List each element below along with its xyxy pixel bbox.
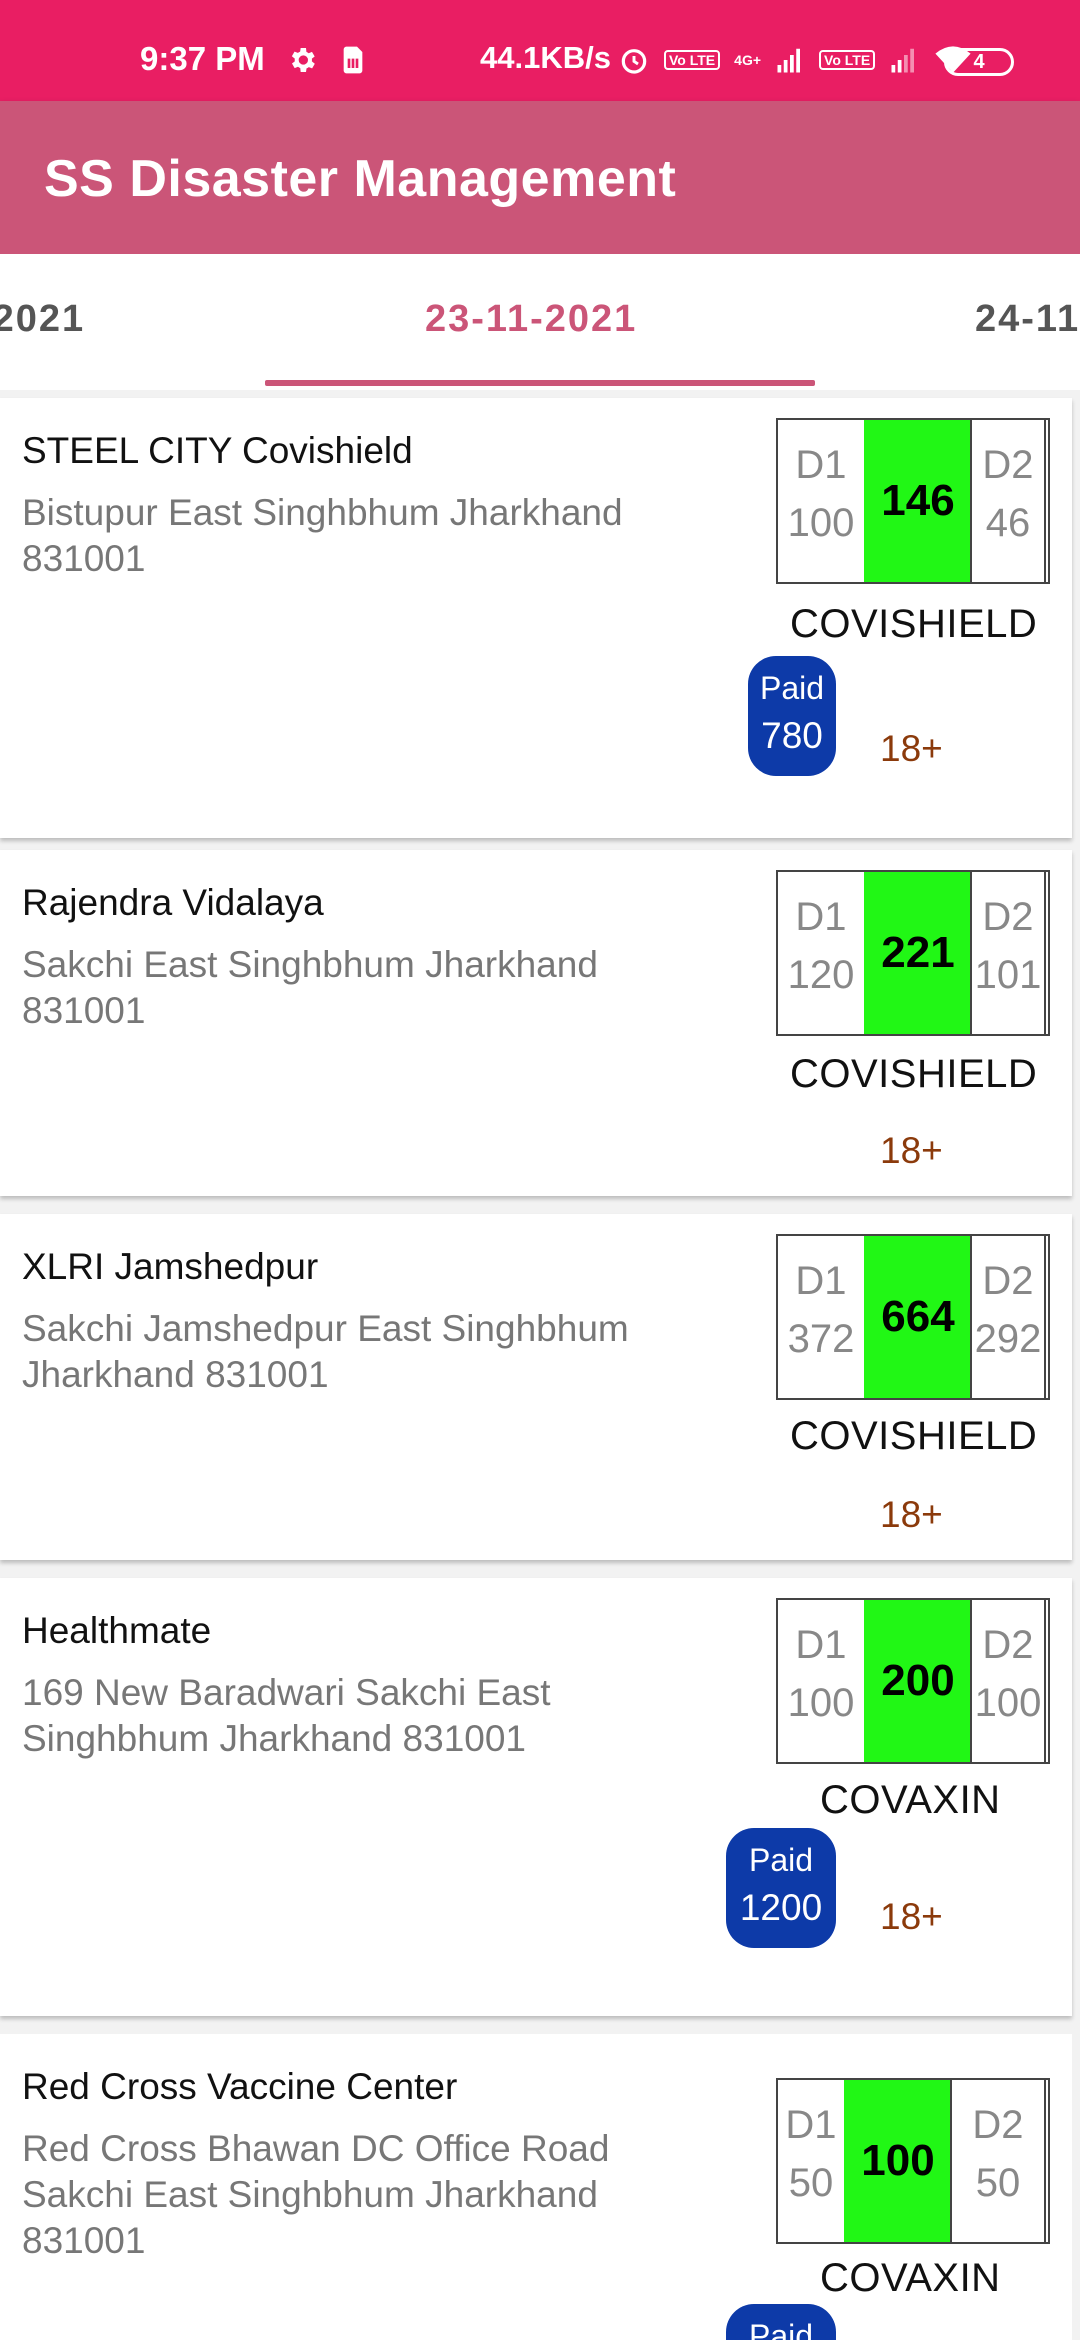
dose2-box: D2 292 — [970, 1234, 1046, 1400]
dose2-count: 50 — [975, 2161, 1021, 2205]
dose2-count: 100 — [974, 1681, 1042, 1725]
center-name: STEEL CITY Covishield — [22, 430, 413, 471]
date-tabs: -2021 23-11-2021 24-11 — [0, 254, 1080, 390]
tab-selected-date[interactable]: 23-11-2021 — [425, 298, 637, 341]
fee-label: Paid — [759, 670, 825, 706]
dose1-count: 372 — [787, 1317, 855, 1361]
volte-badge-1: Vo LTE — [664, 50, 721, 70]
total-available: 200 — [864, 1600, 972, 1762]
dose2-box: D2 46 — [970, 418, 1046, 584]
status-icons: Vo LTE 4G+ Vo LTE — [618, 40, 973, 80]
dose1-box: D1 50 — [776, 2078, 846, 2244]
vaccine-name: COVAXIN — [820, 2256, 1001, 2300]
dose-availability: D1 372 664 D2 292 — [776, 1234, 1050, 1400]
age-limit: 18+ — [880, 1130, 943, 1171]
center-card[interactable]: XLRI Jamshedpur Sakchi Jamshedpur East S… — [0, 1214, 1072, 1560]
total-available: 221 — [864, 872, 972, 1034]
volte-badge-2: Vo LTE — [819, 50, 876, 70]
center-address: 169 New Baradwari Sakchi East Singhbhum … — [22, 1672, 551, 1759]
vaccine-name: COVAXIN — [820, 1778, 1001, 1822]
vaccine-name: COVISHIELD — [790, 1052, 1038, 1096]
dose1-label: D1 — [795, 443, 847, 487]
vaccine-name: COVISHIELD — [790, 1414, 1038, 1458]
status-time: 9:37 PM — [140, 40, 265, 77]
dose-availability: D1 100 146 D2 46 — [776, 418, 1050, 584]
dose2-label: D2 — [972, 2103, 1024, 2147]
tab-next-date[interactable]: 24-11 — [975, 298, 1080, 341]
total-available: 100 — [844, 2080, 952, 2242]
app-title: SS Disaster Management — [44, 150, 677, 208]
center-address: Red Cross Bhawan DC Office Road Sakchi E… — [22, 2128, 610, 2261]
dose1-count: 120 — [787, 953, 855, 997]
paid-badge: Paid 780 — [748, 656, 836, 776]
dose1-box: D1 120 — [776, 870, 866, 1036]
fee-label: Paid — [748, 1842, 814, 1878]
dose2-count: 101 — [974, 953, 1042, 997]
center-name: Red Cross Vaccine Center — [22, 2066, 458, 2107]
center-card[interactable]: Red Cross Vaccine Center Red Cross Bhawa… — [0, 2034, 1072, 2340]
center-name: Healthmate — [22, 1610, 212, 1651]
dose1-label: D1 — [795, 895, 847, 939]
battery-icon: 4 — [944, 48, 1014, 76]
dose2-label: D2 — [982, 443, 1034, 487]
center-card[interactable]: Rajendra Vidalaya Sakchi East Singhbhum … — [0, 850, 1072, 1196]
app-bar: SS Disaster Management — [0, 101, 1080, 254]
signal-icon — [891, 48, 915, 73]
center-card[interactable]: STEEL CITY Covishield Bistupur East Sing… — [0, 398, 1072, 838]
dose2-label: D2 — [982, 1259, 1034, 1303]
center-card[interactable]: Healthmate 169 New Baradwari Sakchi East… — [0, 1578, 1072, 2016]
dose2-box: D2 100 — [970, 1598, 1046, 1764]
center-address: Bistupur East Singhbhum Jharkhand 831001 — [22, 492, 623, 579]
signal-icon — [777, 48, 801, 73]
settings-gear-icon — [291, 48, 315, 72]
alarm-icon — [621, 49, 647, 74]
dose1-count: 100 — [787, 1681, 855, 1725]
battery-level: 4 — [973, 51, 985, 73]
tab-previous-date[interactable]: -2021 — [0, 298, 85, 341]
fee-label: Paid — [748, 2318, 814, 2340]
dose2-box: D2 50 — [950, 2078, 1046, 2244]
fee-amount: 780 — [761, 715, 823, 756]
dose2-label: D2 — [982, 1623, 1034, 1667]
dose1-box: D1 100 — [776, 418, 866, 584]
dose2-box: D2 101 — [970, 870, 1046, 1036]
dose1-count: 50 — [788, 2161, 834, 2205]
dose1-label: D1 — [795, 1259, 847, 1303]
network-type: 4G+ — [734, 52, 762, 68]
paid-badge: Paid 1200 — [726, 1828, 836, 1948]
dose2-label: D2 — [982, 895, 1034, 939]
dose1-box: D1 372 — [776, 1234, 866, 1400]
paid-badge: Paid — [726, 2304, 836, 2340]
dose2-count: 46 — [985, 501, 1031, 545]
dose-availability: D1 120 221 D2 101 — [776, 870, 1050, 1036]
status-bar: 9:37 PM 44.1KB/s Vo LTE 4G+ Vo LTE 4 — [0, 0, 1080, 101]
center-address: Sakchi Jamshedpur East Singhbhum Jharkha… — [22, 1308, 629, 1395]
fee-amount: 1200 — [739, 1887, 823, 1928]
dose2-count: 292 — [974, 1317, 1042, 1361]
dose1-label: D1 — [795, 1623, 847, 1667]
total-available: 146 — [864, 420, 972, 582]
vaccine-name: COVISHIELD — [790, 602, 1038, 646]
age-limit: 18+ — [880, 1896, 943, 1937]
center-name: XLRI Jamshedpur — [22, 1246, 319, 1287]
age-limit: 18+ — [880, 1494, 943, 1535]
dose-availability: D1 50 100 D2 50 — [776, 2078, 1050, 2244]
dose-availability: D1 100 200 D2 100 — [776, 1598, 1050, 1764]
age-limit: 18+ — [880, 728, 943, 769]
center-name: Rajendra Vidalaya — [22, 882, 324, 923]
network-speed: 44.1KB/s — [480, 40, 611, 75]
tab-indicator — [265, 380, 815, 386]
dose1-count: 100 — [787, 501, 855, 545]
dose1-label: D1 — [785, 2103, 837, 2147]
sim-icon — [343, 46, 363, 74]
total-available: 664 — [864, 1236, 972, 1398]
center-address: Sakchi East Singhbhum Jharkhand 831001 — [22, 944, 598, 1031]
dose1-box: D1 100 — [776, 1598, 866, 1764]
